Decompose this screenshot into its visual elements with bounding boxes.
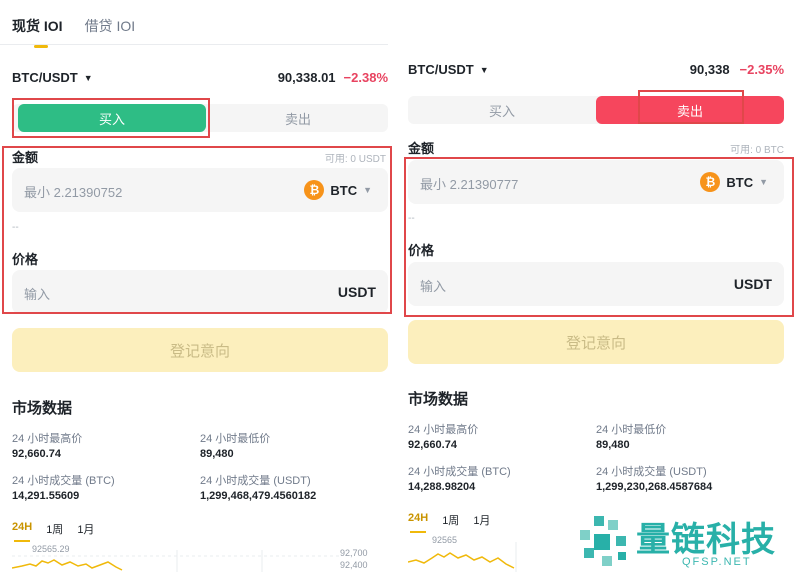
caret-down-icon: ▼ (83, 72, 93, 83)
coin-label: BTC (726, 174, 754, 190)
brand-domain: QFSP.NET (682, 556, 752, 568)
price-sparkline (408, 542, 517, 572)
price-change: −2.38% (343, 70, 388, 85)
axis-tick-upper: 92,700 (340, 548, 368, 558)
stat-high-value: 92,660.74 (12, 448, 61, 460)
coin-label: BTC (330, 182, 358, 198)
pair-selector[interactable]: BTC/USDT ▼ (12, 70, 93, 85)
available-balance: 可用: 0 USDT (324, 154, 386, 165)
stat-high-label: 24 小时最高价 (12, 433, 83, 445)
amount-converted: -- (12, 222, 19, 233)
caret-down-icon: ▼ (479, 64, 489, 75)
range-1m[interactable]: 1月 (473, 512, 490, 528)
tab-loan-ioi[interactable]: 借贷 IOI (85, 16, 136, 44)
amount-label: 金额 (12, 150, 39, 165)
range-1w[interactable]: 1周 (46, 521, 63, 537)
stat-vol-usdt-value: 1,299,230,268.4587684 (596, 481, 713, 493)
stat-vol-btc-label: 24 小时成交量 (BTC) (12, 475, 115, 487)
available-balance: 可用: 0 BTC (730, 145, 784, 156)
ticker: 90,338.01 −2.38% (278, 70, 388, 85)
pair-label: BTC/USDT (12, 70, 78, 85)
price-unit: USDT (337, 284, 376, 300)
axis-tick-lower: 92,400 (340, 560, 368, 570)
stat-low-label: 24 小时最低价 (200, 433, 271, 445)
price-sparkline (12, 550, 342, 572)
sell-button[interactable]: 卖出 (208, 104, 388, 132)
brand-watermark: 量链科技 QFSP.NET (572, 508, 798, 572)
pair-label: BTC/USDT (408, 62, 474, 77)
stat-vol-usdt-value: 1,299,468,479.4560182 (200, 490, 317, 502)
range-24h[interactable]: 24H (408, 512, 428, 533)
register-intent-button[interactable]: 登记意向 (12, 328, 388, 372)
amount-converted: -- (408, 213, 415, 224)
last-price: 90,338 (689, 62, 730, 77)
right-screenshot: BTC/USDT ▼ 90,338 −2.35% 买入 卖出 金额 可用: 0 … (398, 0, 800, 572)
stat-vol-btc-value: 14,291.55609 (12, 490, 80, 502)
range-1w[interactable]: 1周 (442, 512, 459, 528)
market-data-title: 市场数据 (408, 391, 469, 408)
stat-low-label: 24 小时最低价 (596, 424, 667, 436)
side-toggle: 买入 卖出 (408, 96, 784, 124)
amount-placeholder: 最小 2.21390752 (24, 185, 123, 200)
range-tabs: 24H 1周 1月 (12, 521, 94, 542)
range-tabs: 24H 1周 1月 (408, 512, 490, 533)
bitcoin-icon: ₿ (700, 172, 721, 192)
stat-high-label: 24 小时最高价 (408, 424, 479, 436)
tabs-divider (0, 44, 388, 45)
buy-button[interactable]: 买入 (18, 104, 206, 132)
caret-down-icon: ▼ (363, 185, 372, 195)
coin-selector[interactable]: ₿ BTC ▼ (304, 180, 372, 200)
price-placeholder: 输入 (420, 279, 447, 294)
side-toggle: 买入 卖出 (12, 104, 388, 132)
stat-low-value: 89,480 (596, 439, 630, 451)
register-intent-button[interactable]: 登记意向 (408, 320, 784, 364)
caret-down-icon: ▼ (759, 177, 768, 187)
bitcoin-icon: ₿ (304, 180, 325, 200)
coin-selector[interactable]: ₿ BTC ▼ (700, 172, 768, 192)
amount-input[interactable]: 最小 2.21390777 ₿ BTC ▼ (408, 160, 784, 204)
stat-vol-btc-label: 24 小时成交量 (BTC) (408, 466, 511, 478)
range-24h[interactable]: 24H (12, 521, 32, 542)
stat-low-value: 89,480 (200, 448, 234, 460)
price-label: 价格 (12, 252, 39, 267)
amount-placeholder: 最小 2.21390777 (420, 177, 519, 192)
stat-vol-usdt-label: 24 小时成交量 (USDT) (596, 466, 707, 478)
price-placeholder: 输入 (24, 287, 51, 302)
price-label: 价格 (408, 243, 435, 258)
price-input[interactable]: 输入 USDT (408, 262, 784, 306)
left-screenshot: 现货 IOI 借贷 IOI BTC/USDT ▼ 90,338.01 −2.38… (0, 0, 398, 572)
buy-button[interactable]: 买入 (408, 96, 596, 124)
sell-button[interactable]: 卖出 (596, 96, 784, 124)
stat-vol-btc-value: 14,288.98204 (408, 481, 476, 493)
price-input[interactable]: 输入 USDT (12, 270, 388, 314)
last-price: 90,338.01 (277, 70, 336, 85)
range-1m[interactable]: 1月 (77, 521, 94, 537)
amount-input[interactable]: 最小 2.21390752 ₿ BTC ▼ (12, 168, 388, 212)
price-change: −2.35% (739, 62, 784, 77)
ticker: 90,338 −2.35% (690, 62, 784, 77)
brand-name: 量链科技 (636, 520, 776, 560)
stat-vol-usdt-label: 24 小时成交量 (USDT) (200, 475, 311, 487)
tab-spot-ioi[interactable]: 现货 IOI (12, 16, 63, 48)
market-data-title: 市场数据 (12, 400, 73, 417)
brand-logo-icon (580, 516, 626, 566)
amount-label: 金额 (408, 141, 435, 156)
stat-high-value: 92,660.74 (408, 439, 457, 451)
ioi-tabs: 现货 IOI 借贷 IOI (12, 16, 136, 48)
price-unit: USDT (733, 276, 772, 292)
pair-selector[interactable]: BTC/USDT ▼ (408, 62, 489, 77)
